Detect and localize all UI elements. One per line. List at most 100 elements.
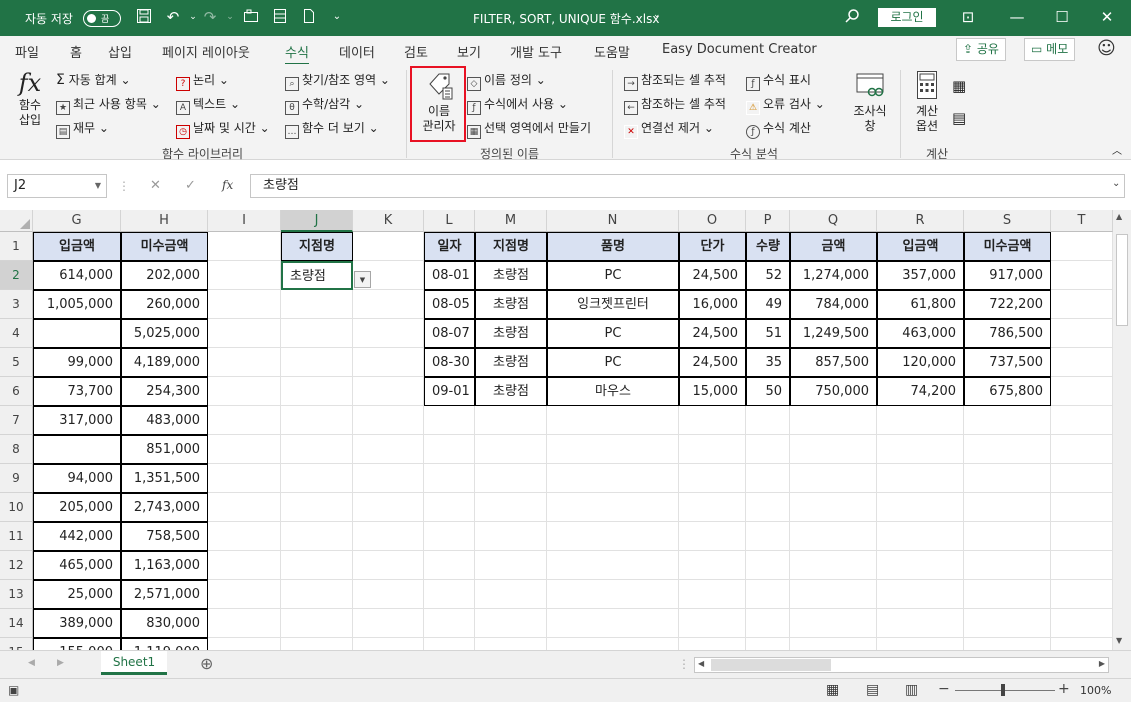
maximize-icon[interactable]: ☐ [1047, 6, 1077, 28]
cell[interactable] [353, 348, 424, 377]
result-cell[interactable]: 786,500 [964, 319, 1051, 348]
trace-precedents-button[interactable]: → 참조되는 셀 추적 [624, 72, 726, 91]
ribbon-display-icon[interactable]: ⊡ [953, 6, 983, 28]
column-header[interactable]: H [121, 210, 208, 232]
cell[interactable] [281, 319, 353, 348]
tab-insert[interactable]: 삽입 [108, 42, 132, 61]
result-cell[interactable]: 357,000 [877, 261, 964, 290]
cell[interactable] [475, 406, 547, 435]
cell[interactable] [353, 551, 424, 580]
result-cell[interactable]: 16,000 [679, 290, 746, 319]
minimize-icon[interactable]: — [1002, 6, 1032, 28]
vertical-scrollbar[interactable]: ▲ ▼ [1113, 210, 1131, 650]
cell[interactable] [208, 609, 281, 638]
cell[interactable] [208, 551, 281, 580]
calculate-sheet-icon[interactable]: ▤ [952, 110, 966, 126]
cell[interactable] [353, 406, 424, 435]
cell[interactable] [475, 638, 547, 650]
formula-input[interactable]: 초량점 [250, 174, 1125, 198]
result-cell[interactable]: 08-07 [424, 319, 475, 348]
lookup-button[interactable]: ⌕ 찾기/참조 영역 ⌄ [285, 72, 390, 91]
zoom-out-icon[interactable]: − [938, 681, 950, 697]
hscroll-thumb[interactable] [711, 659, 831, 671]
cell[interactable] [547, 580, 679, 609]
cell[interactable] [1051, 551, 1113, 580]
cell[interactable] [877, 522, 964, 551]
table-cell[interactable]: 4,189,000 [121, 348, 208, 377]
result-cell[interactable]: 초량점 [475, 319, 547, 348]
cell[interactable] [790, 551, 877, 580]
macro-record-icon[interactable]: ▣ [8, 683, 19, 697]
cell[interactable] [353, 580, 424, 609]
calc-options-button[interactable]: 계산 옵션 [906, 70, 948, 134]
result-cell[interactable]: 08-30 [424, 348, 475, 377]
cell[interactable] [964, 609, 1051, 638]
search-icon[interactable] [842, 8, 862, 28]
cell[interactable] [679, 522, 746, 551]
cell[interactable] [208, 290, 281, 319]
cell[interactable] [679, 464, 746, 493]
cell[interactable] [353, 290, 424, 319]
tab-page-layout[interactable]: 페이지 레이아웃 [162, 42, 250, 61]
result-cell[interactable]: 잉크젯프린터 [547, 290, 679, 319]
cell[interactable] [424, 580, 475, 609]
insert-function-button[interactable]: fx 함수 삽입 [12, 68, 48, 128]
cell[interactable] [353, 464, 424, 493]
cell[interactable] [547, 551, 679, 580]
result-cell[interactable]: 초량점 [475, 348, 547, 377]
cell[interactable] [475, 551, 547, 580]
tab-view[interactable]: 보기 [457, 42, 481, 61]
table-cell[interactable]: 317,000 [33, 406, 121, 435]
add-sheet-icon[interactable]: ⊕ [200, 654, 213, 673]
cell[interactable] [1051, 580, 1113, 609]
cell[interactable] [964, 638, 1051, 650]
result-cell[interactable]: 722,200 [964, 290, 1051, 319]
title-dropdown-icon[interactable]: ⌄ [653, 10, 661, 20]
column-header[interactable]: I [208, 210, 281, 232]
result-cell[interactable]: 50 [746, 377, 790, 406]
cell[interactable] [877, 638, 964, 650]
cell[interactable] [208, 464, 281, 493]
tab-developer[interactable]: 개발 도구 [510, 42, 562, 61]
cell[interactable] [547, 435, 679, 464]
cell[interactable] [679, 406, 746, 435]
cell[interactable] [746, 464, 790, 493]
cell[interactable] [353, 522, 424, 551]
result-cell[interactable]: 61,800 [877, 290, 964, 319]
cell[interactable] [877, 551, 964, 580]
tab-data[interactable]: 데이터 [339, 42, 375, 61]
cell[interactable] [1051, 638, 1113, 650]
collapse-ribbon-icon[interactable]: ︿ [1112, 144, 1122, 160]
cell[interactable] [281, 522, 353, 551]
calculate-now-icon[interactable]: ▦ [952, 78, 966, 94]
form-icon[interactable] [270, 8, 290, 28]
cell[interactable] [746, 406, 790, 435]
cell[interactable] [1051, 377, 1113, 406]
prev-sheet-icon[interactable]: ◀ [28, 658, 35, 668]
zoom-in-icon[interactable]: + [1058, 681, 1070, 697]
date-time-button[interactable]: ◷ 날짜 및 시간 ⌄ [176, 120, 270, 139]
row-header[interactable]: 13 [0, 580, 33, 609]
result-cell[interactable]: 74,200 [877, 377, 964, 406]
row-header[interactable]: 15 [0, 638, 33, 650]
cell[interactable] [424, 609, 475, 638]
cell[interactable] [1051, 406, 1113, 435]
check-icon[interactable]: ✓ [185, 178, 196, 193]
cell[interactable] [746, 435, 790, 464]
cell[interactable] [1051, 493, 1113, 522]
cancel-icon[interactable]: ✕ [150, 178, 161, 193]
table-cell[interactable]: 851,000 [121, 435, 208, 464]
row-header[interactable]: 10 [0, 493, 33, 522]
cell[interactable] [679, 551, 746, 580]
table-cell[interactable]: 465,000 [33, 551, 121, 580]
cell[interactable] [790, 580, 877, 609]
cell[interactable] [208, 638, 281, 650]
cell[interactable] [281, 493, 353, 522]
result-cell[interactable]: PC [547, 348, 679, 377]
table-cell[interactable]: 1,163,000 [121, 551, 208, 580]
column-header[interactable]: P [746, 210, 790, 232]
row-header[interactable]: 9 [0, 464, 33, 493]
cell[interactable] [964, 435, 1051, 464]
sheet-tab-sheet1[interactable]: Sheet1 [101, 651, 167, 675]
undo-icon[interactable]: ↶ [163, 8, 183, 26]
